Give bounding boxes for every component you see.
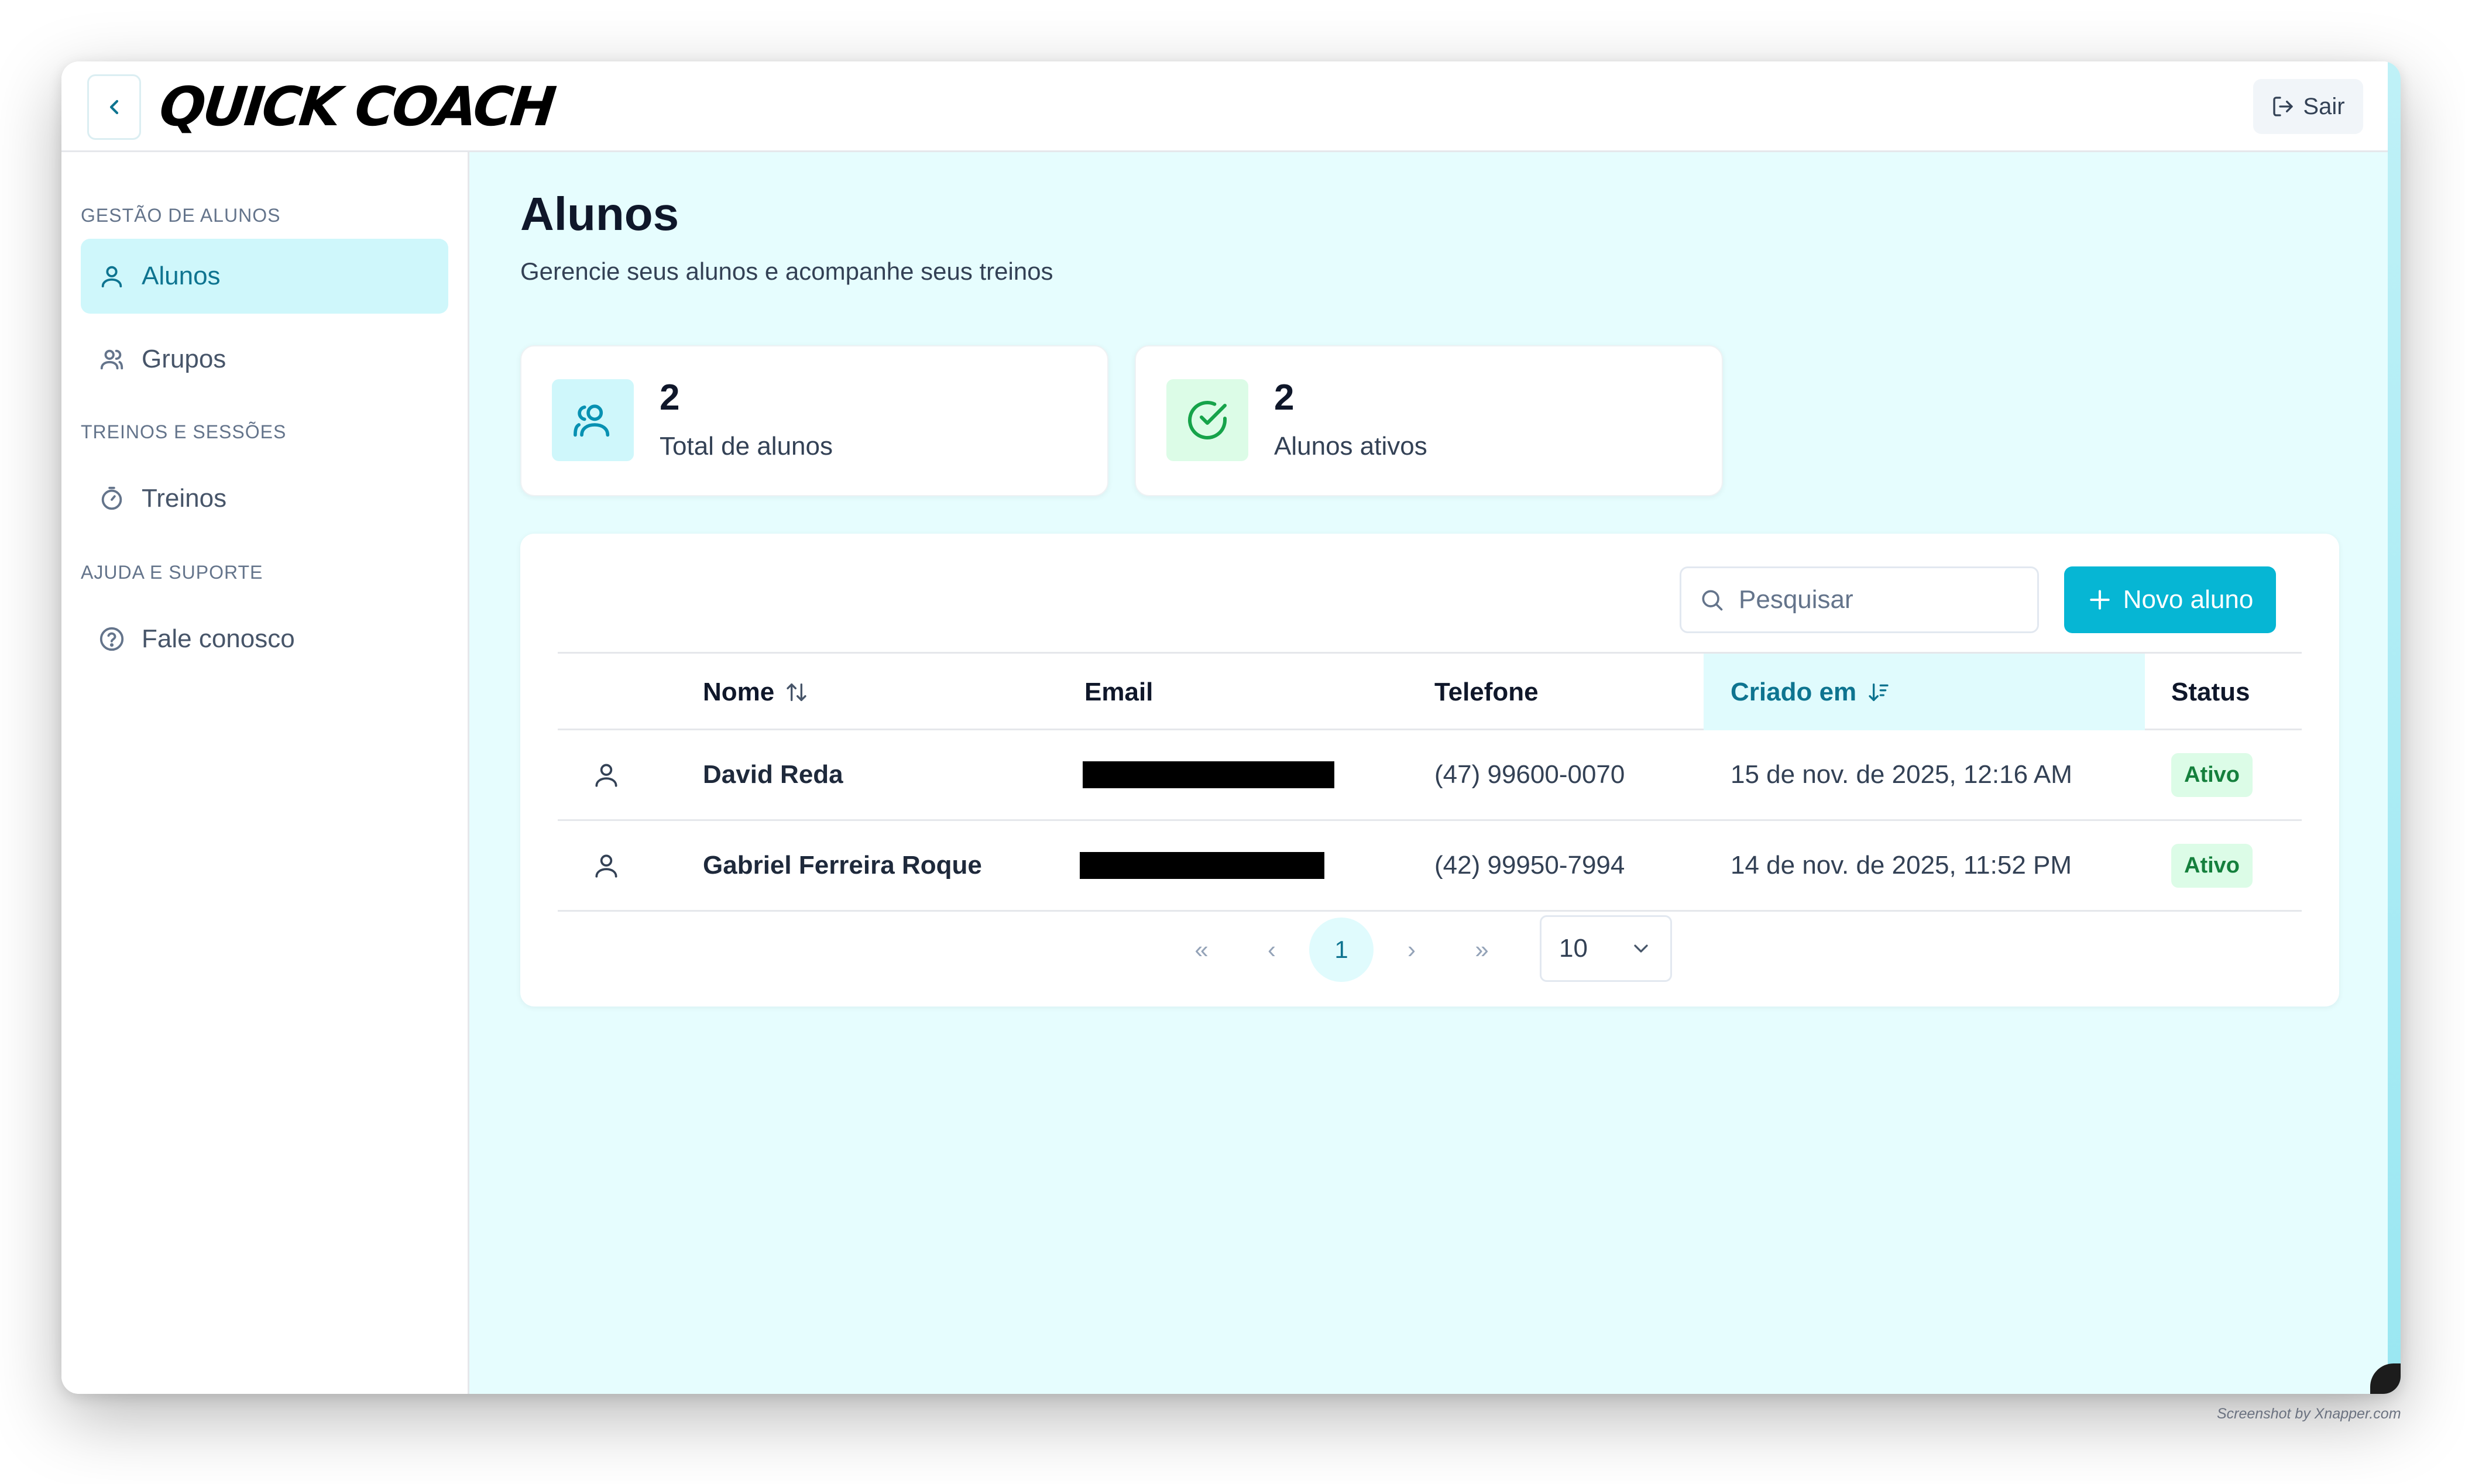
stat-icon-box <box>552 379 634 461</box>
cell-name: Gabriel Ferreira Roque <box>703 851 982 880</box>
app-window: QUICK COACH Sair GESTÃO DE ALUNOS Alunos… <box>61 61 2401 1394</box>
logout-icon <box>2273 97 2294 116</box>
table-row[interactable]: Gabriel Ferreira Roque (42) 99950-7994 1… <box>558 821 2302 912</box>
main-content: Alunos Gerencie seus alunos e acompanhe … <box>469 152 2388 1394</box>
users-icon <box>100 349 123 370</box>
page-1-button[interactable]: 1 <box>1309 918 1374 982</box>
next-page-button[interactable]: › <box>1379 918 1444 982</box>
table-row[interactable]: David Reda (47) 99600-0070 15 de nov. de… <box>558 730 2302 821</box>
redaction-bar <box>1080 852 1324 879</box>
chevron-down-icon <box>1634 944 1648 953</box>
students-table: Nome Email Telefone Criado em Status Dav… <box>558 652 2302 912</box>
sidebar-section-title: GESTÃO DE ALUNOS <box>81 205 281 226</box>
help-circle-icon <box>99 627 124 651</box>
app-root: QUICK COACH Sair GESTÃO DE ALUNOS Alunos… <box>61 61 2388 1394</box>
cell-email-redacted <box>1083 730 1334 819</box>
page-size-value: 10 <box>1559 934 1588 963</box>
table-header: Nome Email Telefone Criado em Status <box>558 652 2302 730</box>
timer-icon <box>101 486 122 510</box>
users-icon <box>574 404 610 437</box>
page-title: Alunos <box>520 188 679 240</box>
column-header-email[interactable]: Email <box>1084 654 1153 730</box>
new-student-label: Novo aluno <box>2123 585 2254 614</box>
stat-card-total: 2 Total de alunos <box>520 345 1108 496</box>
sort-descending-icon <box>1869 683 1889 701</box>
scrollbar[interactable] <box>2388 61 2401 1394</box>
logout-label: Sair <box>2303 93 2345 119</box>
students-table-card: Pesquisar Novo aluno Nome Email Telefone <box>520 534 2339 1006</box>
chevron-left-icon <box>109 99 119 115</box>
column-header-status[interactable]: Status <box>2171 654 2250 730</box>
check-circle-icon <box>1188 401 1227 439</box>
redaction-bar <box>1083 761 1334 788</box>
sidebar-item-grupos[interactable]: Grupos <box>81 322 448 397</box>
sidebar-section-title: AJUDA E SUPORTE <box>81 562 263 583</box>
column-header-created[interactable]: Criado em <box>1704 654 2145 730</box>
search-input[interactable]: Pesquisar <box>1680 566 2039 633</box>
first-page-button[interactable]: « <box>1169 918 1234 982</box>
user-icon <box>595 854 617 878</box>
sidebar-item-label: Alunos <box>142 262 221 290</box>
sidebar-item-label: Grupos <box>142 345 226 373</box>
status-badge: Ativo <box>2171 753 2253 797</box>
prev-page-button[interactable]: ‹ <box>1240 918 1304 982</box>
sidebar-item-alunos[interactable]: Alunos <box>81 239 448 314</box>
page-subtitle: Gerencie seus alunos e acompanhe seus tr… <box>520 257 1053 285</box>
watermark: Screenshot by Xnapper.com <box>2217 1406 2401 1422</box>
sidebar-item-label: Fale conosco <box>142 624 295 653</box>
user-icon <box>595 764 617 787</box>
column-header-label: Criado em <box>1731 677 1857 706</box>
search-icon <box>1702 590 1723 611</box>
sidebar-section-title: TREINOS E SESSÕES <box>81 421 287 442</box>
stat-card-active: 2 Alunos ativos <box>1135 345 1723 496</box>
sort-arrows-icon <box>787 683 806 701</box>
cell-email-redacted <box>1080 821 1324 910</box>
logout-button[interactable]: Sair <box>2253 79 2363 134</box>
sidebar: GESTÃO DE ALUNOS Alunos Grupos TREINOS E… <box>61 152 469 1394</box>
last-page-button[interactable]: » <box>1450 918 1514 982</box>
page-size-select[interactable]: 10 <box>1540 915 1672 982</box>
cell-name: David Reda <box>703 760 843 789</box>
cell-phone: (47) 99600-0070 <box>1434 760 1625 789</box>
top-header: QUICK COACH Sair <box>61 61 2388 152</box>
sidebar-item-fale-conosco[interactable]: Fale conosco <box>81 602 448 676</box>
app-logo: QUICK COACH <box>156 75 557 138</box>
status-badge: Ativo <box>2171 843 2253 888</box>
cell-status: Ativo <box>2171 730 2253 819</box>
cell-created: 14 de nov. de 2025, 11:52 PM <box>1731 851 2072 880</box>
row-avatar <box>592 730 621 819</box>
stat-icon-box <box>1166 379 1248 461</box>
back-button[interactable] <box>87 74 141 140</box>
stat-value: 2 <box>660 377 680 418</box>
stat-label: Total de alunos <box>660 432 833 461</box>
cell-created: 15 de nov. de 2025, 12:16 AM <box>1731 760 2072 789</box>
user-icon <box>101 266 122 288</box>
sidebar-item-label: Treinos <box>142 484 227 513</box>
column-header-name[interactable]: Nome <box>703 654 808 730</box>
stat-value: 2 <box>1274 377 1295 418</box>
column-header-label: Nome <box>703 677 775 706</box>
column-header-phone[interactable]: Telefone <box>1434 654 1539 730</box>
stat-label: Alunos ativos <box>1274 432 1427 461</box>
plus-icon <box>2090 590 2110 610</box>
new-student-button[interactable]: Novo aluno <box>2064 566 2276 633</box>
cell-phone: (42) 99950-7994 <box>1434 851 1625 880</box>
row-avatar <box>592 821 621 910</box>
search-placeholder: Pesquisar <box>1739 585 1853 614</box>
cell-status: Ativo <box>2171 821 2253 910</box>
sidebar-item-treinos[interactable]: Treinos <box>81 461 448 536</box>
